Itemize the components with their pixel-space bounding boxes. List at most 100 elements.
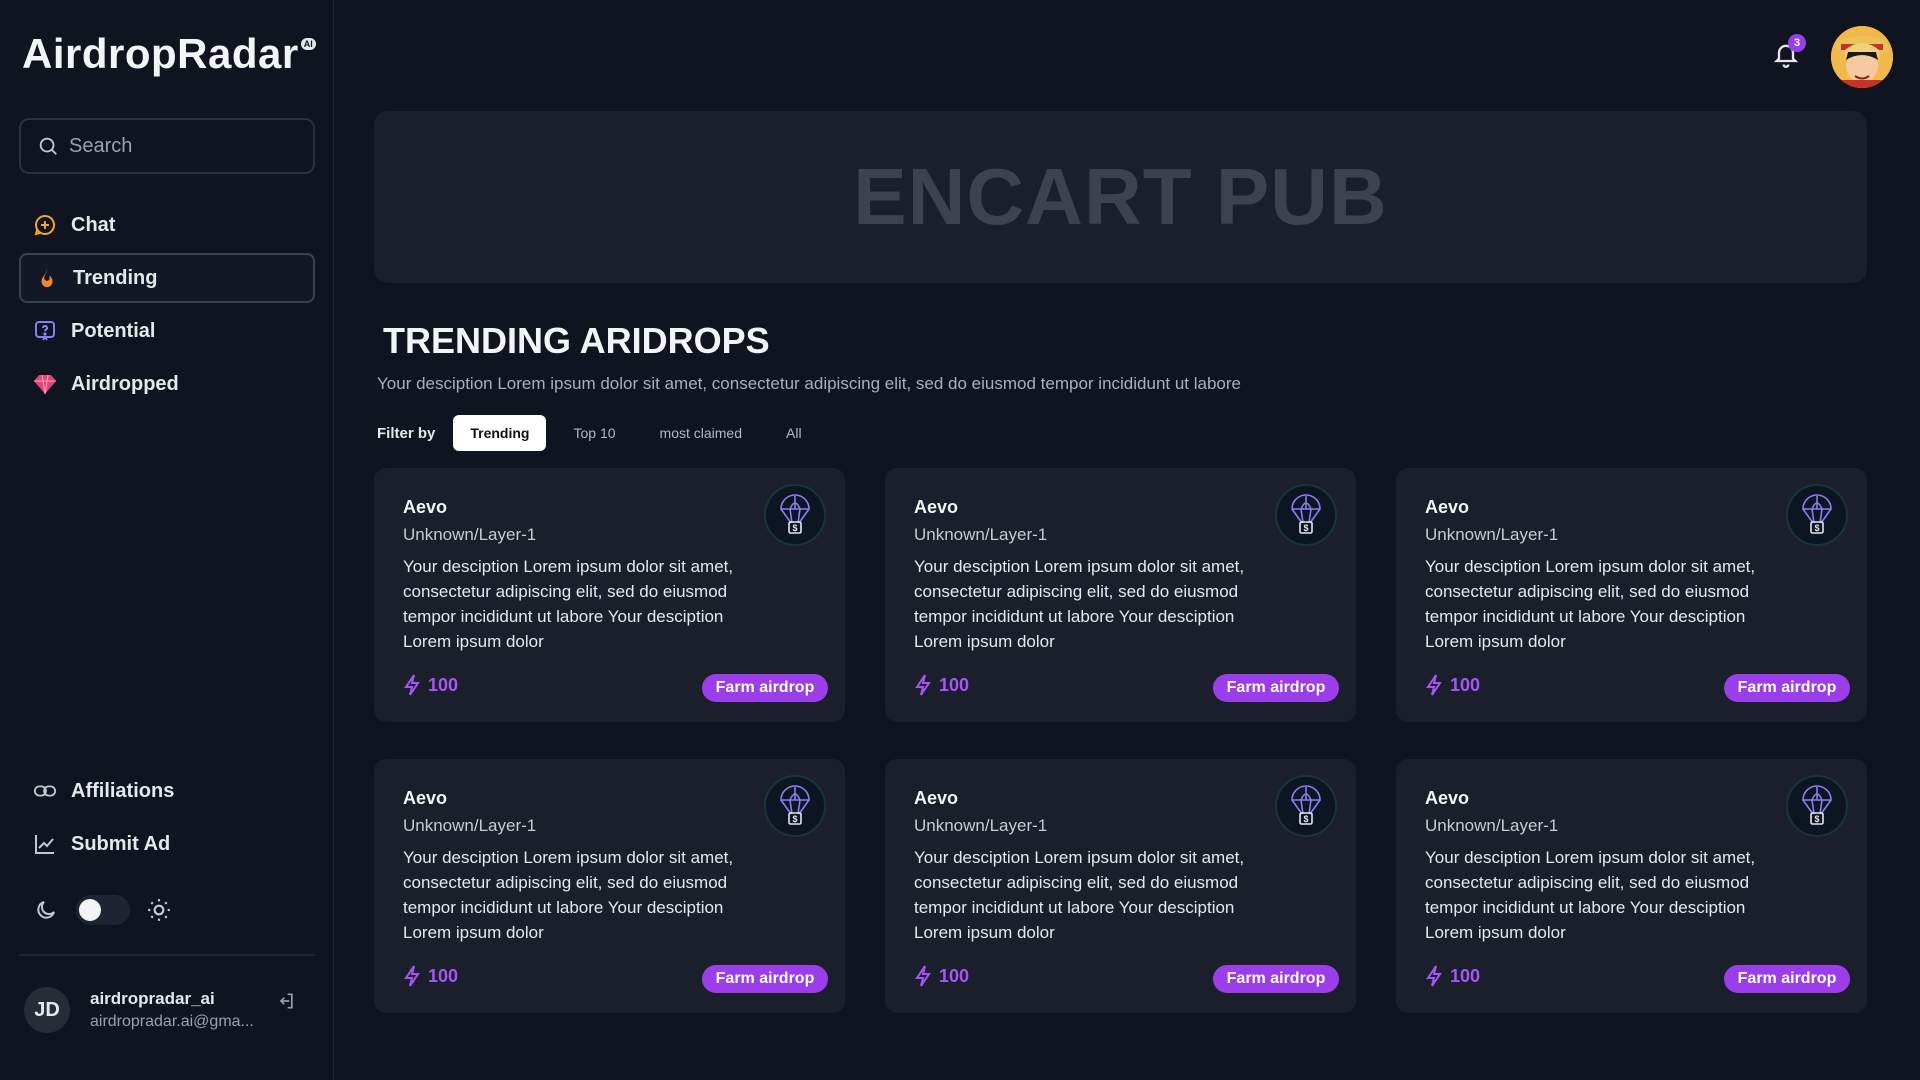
search-input[interactable] — [69, 134, 289, 158]
user-email: airdropradar.ai@gma... — [90, 1013, 254, 1030]
card-points: 100 — [915, 965, 969, 987]
page-description: Your desciption Lorem ipsum dolor sit am… — [377, 374, 1242, 393]
nav-item-chat[interactable]: Chat — [19, 200, 315, 250]
card-description: Your desciption Lorem ipsum dolor sit am… — [1425, 557, 1756, 651]
lightning-icon — [404, 674, 420, 696]
gem-icon — [33, 372, 57, 396]
sidebar: AirdropRadar AI Chat Trending Potential — [0, 0, 334, 1080]
card-subtitle: Unknown/Layer-1 — [1425, 816, 1559, 835]
secondary-nav: Affiliations Submit Ad — [19, 766, 315, 872]
card-title: Aevo — [1425, 497, 1470, 517]
theme-toggle[interactable] — [76, 895, 130, 925]
user-avatar: JD — [24, 987, 70, 1033]
card-title: Aevo — [1425, 788, 1470, 808]
farm-airdrop-button[interactable]: Farm airdrop — [1213, 965, 1339, 993]
nav-item-potential[interactable]: Potential — [19, 306, 315, 356]
svg-text:$: $ — [1814, 523, 1819, 533]
search-box[interactable] — [19, 118, 315, 174]
question-chat-icon — [33, 319, 57, 343]
user-profile: JD airdropradar_ai airdropradar.ai@gma..… — [24, 987, 306, 1033]
points-value: 100 — [939, 965, 970, 986]
card-description: Your desciption Lorem ipsum dolor sit am… — [1425, 848, 1756, 942]
parachute-icon: $ — [1275, 484, 1337, 546]
nav-item-affiliations[interactable]: Affiliations — [19, 766, 315, 816]
farm-airdrop-button[interactable]: Farm airdrop — [1724, 965, 1850, 993]
filter-most-claimed[interactable]: most claimed — [643, 415, 759, 451]
card-subtitle: Unknown/Layer-1 — [1425, 525, 1559, 544]
sidebar-divider — [19, 954, 315, 956]
parachute-icon: $ — [764, 484, 826, 546]
filter-all[interactable]: All — [769, 415, 819, 451]
nav-item-airdropped[interactable]: Airdropped — [19, 359, 315, 409]
svg-text:$: $ — [792, 523, 797, 533]
user-info: airdropradar_ai airdropradar.ai@gma... — [90, 989, 254, 1031]
airdrop-card[interactable]: Aevo Unknown/Layer-1 Your desciption Lor… — [1396, 759, 1867, 1013]
nav-label-trending: Trending — [73, 266, 158, 289]
card-description: Your desciption Lorem ipsum dolor sit am… — [403, 557, 734, 651]
card-title: Aevo — [914, 497, 959, 517]
points-value: 100 — [939, 674, 970, 695]
airdrop-card[interactable]: Aevo Unknown/Layer-1 Your desciption Lor… — [885, 759, 1356, 1013]
parachute-icon: $ — [1786, 484, 1848, 546]
card-description: Your desciption Lorem ipsum dolor sit am… — [403, 848, 734, 942]
logo-badge: AI — [300, 38, 316, 50]
lightning-icon — [1426, 674, 1442, 696]
svg-text:$: $ — [1303, 523, 1308, 533]
profile-avatar[interactable] — [1831, 26, 1893, 88]
points-value: 100 — [428, 674, 459, 695]
nav-label-submit-ad: Submit Ad — [71, 832, 171, 855]
filter-trending[interactable]: Trending — [453, 415, 547, 451]
filter-bar: Filter by Trending Top 10 most claimed A… — [377, 415, 829, 451]
farm-airdrop-button[interactable]: Farm airdrop — [1213, 674, 1339, 702]
filter-top-10[interactable]: Top 10 — [556, 415, 632, 451]
card-points: 100 — [404, 674, 458, 696]
card-subtitle: Unknown/Layer-1 — [914, 525, 1048, 544]
lightning-icon — [404, 965, 420, 987]
card-points: 100 — [1426, 674, 1480, 696]
ad-banner[interactable]: ENCART PUB — [374, 111, 1867, 283]
lightning-icon — [1426, 965, 1442, 987]
nav-label-affiliations: Affiliations — [71, 779, 175, 802]
flame-icon — [35, 266, 59, 290]
parachute-icon: $ — [1275, 775, 1337, 837]
points-value: 100 — [428, 965, 459, 986]
theme-switcher — [34, 895, 172, 925]
logo-text: AirdropRadar — [22, 30, 299, 77]
airdrop-card[interactable]: Aevo Unknown/Layer-1 Your desciption Lor… — [1396, 468, 1867, 722]
main-nav: Chat Trending Potential Airdropped — [19, 200, 315, 412]
notification-badge: 3 — [1788, 34, 1806, 52]
toggle-knob — [79, 899, 101, 921]
card-subtitle: Unknown/Layer-1 — [914, 816, 1048, 835]
card-title: Aevo — [914, 788, 959, 808]
parachute-icon: $ — [764, 775, 826, 837]
nav-item-trending[interactable]: Trending — [19, 253, 315, 303]
card-description: Your desciption Lorem ipsum dolor sit am… — [914, 557, 1245, 651]
airdrop-card[interactable]: Aevo Unknown/Layer-1 Your desciption Lor… — [374, 759, 845, 1013]
nav-label-chat: Chat — [71, 213, 116, 236]
airdrop-card[interactable]: Aevo Unknown/Layer-1 Your desciption Lor… — [374, 468, 845, 722]
link-icon — [33, 779, 57, 803]
lightning-icon — [915, 674, 931, 696]
moon-icon[interactable] — [34, 898, 58, 922]
card-points: 100 — [404, 965, 458, 987]
svg-text:$: $ — [1814, 814, 1819, 824]
svg-text:$: $ — [792, 814, 797, 824]
svg-text:$: $ — [1303, 814, 1308, 824]
farm-airdrop-button[interactable]: Farm airdrop — [702, 965, 828, 993]
sun-icon[interactable] — [146, 897, 172, 923]
farm-airdrop-button[interactable]: Farm airdrop — [702, 674, 828, 702]
card-subtitle: Unknown/Layer-1 — [403, 525, 537, 544]
logo[interactable]: AirdropRadar AI — [22, 30, 316, 86]
user-name: airdropradar_ai — [90, 989, 215, 1008]
nav-item-submit-ad[interactable]: Submit Ad — [19, 819, 315, 869]
search-icon — [39, 137, 57, 155]
nav-label-airdropped: Airdropped — [71, 372, 179, 395]
farm-airdrop-button[interactable]: Farm airdrop — [1724, 674, 1850, 702]
logout-icon[interactable] — [276, 991, 296, 1011]
card-description: Your desciption Lorem ipsum dolor sit am… — [914, 848, 1245, 942]
airdrop-card[interactable]: Aevo Unknown/Layer-1 Your desciption Lor… — [885, 468, 1356, 722]
banner-text: ENCART PUB — [853, 152, 1388, 241]
nav-label-potential: Potential — [71, 319, 156, 342]
chat-plus-icon — [33, 213, 57, 237]
card-subtitle: Unknown/Layer-1 — [403, 816, 537, 835]
